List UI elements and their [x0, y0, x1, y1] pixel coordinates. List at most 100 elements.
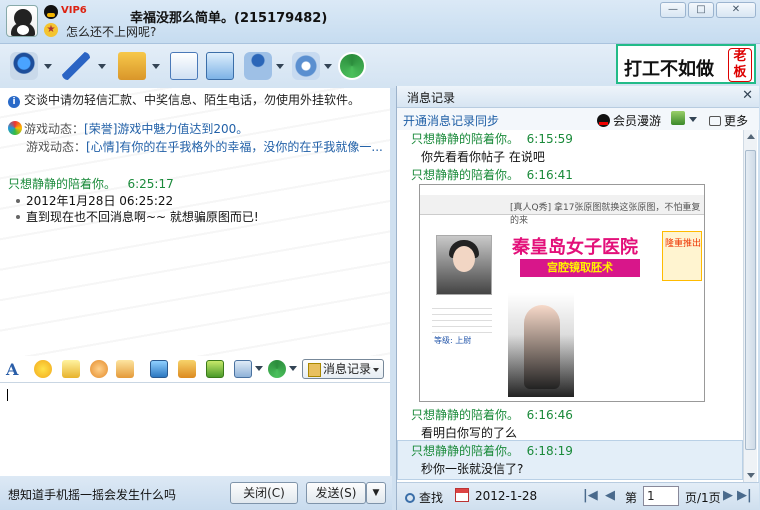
message-input[interactable] — [0, 382, 390, 476]
history-date[interactable]: 2012-1-28 — [475, 489, 537, 503]
message-text: 直到现在也不回消息啊~~ 就想骗原图而已! — [16, 208, 259, 225]
format-toolbar: A 消息记录 — [0, 356, 390, 382]
gift-icon[interactable] — [206, 360, 224, 378]
screenshot-ad-figure — [508, 293, 574, 397]
search-icon — [405, 493, 415, 503]
close-chat-button[interactable]: 关闭(C) — [230, 482, 298, 504]
bottom-bar: 想知道手机摇一摇会发生什么吗 关闭(C) 发送(S) ▼ — [0, 476, 392, 510]
next-page-button[interactable]: ▶ — [723, 488, 733, 503]
font-icon[interactable]: A — [6, 360, 24, 379]
history-close-button[interactable]: ✕ — [742, 88, 753, 103]
chevron-down-icon[interactable] — [689, 117, 697, 122]
scroll-down-arrow[interactable] — [747, 473, 755, 478]
page-number-input[interactable]: 1 — [643, 486, 679, 506]
history-scrollbar[interactable] — [743, 130, 757, 482]
window-title: 幸福没那么简单。(215179482) — [130, 11, 328, 26]
video-call-icon[interactable] — [10, 52, 38, 80]
history-message: 看明白你写的了么 — [421, 426, 518, 440]
screenshot-ad-banner: 秦皇岛女子医院 宫腔镜取胚术 隆重推出 — [506, 231, 702, 281]
history-sender: 只想静静的陪着你。 6:16:41 — [411, 168, 573, 182]
game-activity-line: 游戏动态：[荣誉]游戏中魅力值达到200。 — [8, 120, 248, 137]
minimize-button[interactable]: — — [660, 2, 686, 18]
title-bar: VIP6 幸福没那么简单。(215179482) ★ 怎么还不上网呢? — □ … — [0, 0, 760, 44]
game-activity-link[interactable]: [心情]有你的在乎我格外的幸福，没你的在乎我就像一... — [86, 140, 383, 154]
folder-transfer-icon[interactable] — [118, 52, 146, 80]
emoji-icon[interactable] — [34, 360, 52, 378]
game-icon — [8, 121, 22, 135]
qq-penguin-icon — [44, 5, 58, 19]
advert-banner[interactable]: 打工不如做 老板 — [616, 44, 756, 84]
history-title: 消息记录 — [407, 91, 456, 105]
soso-search-icon[interactable] — [338, 52, 366, 80]
history-sender: 只想静静的陪着你。 6:15:59 — [411, 132, 573, 146]
magic-emoji-icon[interactable] — [62, 360, 80, 378]
status-message: 怎么还不上网呢? — [66, 25, 157, 39]
chevron-down-icon[interactable] — [255, 366, 263, 371]
chat-message-pane[interactable]: i 交谈中请勿轻信汇款、中奖信息、陌生电话，勿使用外挂软件。 游戏动态：[荣誉]游… — [0, 88, 390, 356]
page-prefix-label: 第 — [625, 491, 638, 505]
send-button[interactable]: 发送(S) — [306, 482, 366, 504]
music-icon[interactable] — [178, 360, 196, 378]
send-options-button[interactable]: ▼ — [366, 482, 386, 504]
more-button[interactable]: 更多 — [709, 112, 748, 129]
chevron-down-icon[interactable] — [44, 64, 52, 69]
first-page-button[interactable]: |◀ — [583, 488, 598, 503]
microphone-icon[interactable] — [62, 52, 90, 80]
history-sender: 只想静静的陪着你。 6:16:46 — [411, 408, 573, 422]
advert-boss-label: 老板 — [728, 48, 752, 82]
prev-page-button[interactable]: ◀ — [605, 488, 615, 503]
export-icon[interactable] — [671, 111, 685, 125]
shared-screenshot-image[interactable]: [真人Q秀] 拿17张原图就换这张原图，不怕重复的来 等级: 上尉 秦皇岛女子医… — [419, 184, 705, 402]
chevron-down-icon[interactable] — [98, 64, 106, 69]
scroll-thumb[interactable] — [745, 150, 756, 450]
history-messages[interactable]: 只想静静的陪着你。 6:15:59 你先看看你帖子 在说吧 只想静静的陪着你。 … — [397, 130, 743, 482]
message-date: 2012年1月28日 06:25:22 — [16, 192, 173, 209]
vip-badge: VIP6 — [61, 5, 87, 16]
message-sender: 只想静静的陪着你。 6:25:17 — [8, 177, 174, 191]
speaker-icon — [709, 116, 721, 126]
close-window-button[interactable]: ✕ — [716, 2, 756, 18]
graffiti-icon[interactable] — [116, 360, 134, 378]
info-icon: i — [8, 96, 20, 108]
advert-text: 打工不如做 — [624, 59, 714, 80]
member-roaming-button[interactable]: 会员漫游 — [597, 112, 661, 129]
safety-notice: i 交谈中请勿轻信汇款、中奖信息、陌生电话，勿使用外挂软件。 — [8, 91, 360, 108]
chevron-down-icon[interactable] — [324, 64, 332, 69]
chevron-down-icon[interactable] — [289, 366, 297, 371]
find-button[interactable]: 查找 — [405, 489, 443, 506]
calendar-icon[interactable] — [455, 488, 469, 502]
message-history-button[interactable]: 消息记录 — [302, 359, 384, 379]
screenshot-header: [真人Q秀] 拿17张原图就换这张原图，不怕重复的来 — [420, 195, 704, 226]
shake-tip-link[interactable]: 想知道手机摇一摇会发生什么吗 — [8, 486, 176, 503]
chevron-down-icon[interactable] — [276, 64, 284, 69]
history-message: 秒你一张就没信了? — [421, 462, 524, 476]
last-page-button[interactable]: ▶| — [737, 488, 752, 503]
user-info-icon[interactable] — [244, 52, 272, 80]
page-total-label: 页/1页 — [685, 491, 721, 505]
history-header: 消息记录 ✕ — [397, 86, 759, 108]
history-toolbar: 开通消息记录同步 会员漫游 更多 — [397, 108, 759, 130]
avatar[interactable] — [6, 5, 38, 37]
screenshot-profile-photo — [436, 235, 492, 295]
sync-history-link[interactable]: 开通消息记录同步 — [403, 112, 499, 129]
history-footer: 查找 2012-1-28 |◀ ◀ 第 1 页/1页 ▶ ▶| — [397, 482, 759, 510]
image-icon[interactable] — [150, 360, 168, 378]
history-message: 你先看看你帖子 在说吧 — [421, 150, 545, 164]
restore-button[interactable]: □ — [688, 2, 714, 18]
text-caret — [7, 389, 8, 401]
share-app-icon[interactable] — [206, 52, 234, 80]
chevron-down-icon[interactable] — [152, 64, 160, 69]
message-history-panel: 消息记录 ✕ 开通消息记录同步 会员漫游 更多 只想静静的陪着你。 6:15:5… — [396, 86, 759, 510]
game-activity-link[interactable]: [荣誉]游戏中魅力值达到200。 — [84, 122, 248, 136]
settings-gear-icon[interactable] — [292, 52, 320, 80]
history-sender: 只想静静的陪着你。 6:18:19 — [411, 444, 573, 458]
scroll-up-arrow[interactable] — [747, 134, 755, 139]
email-icon[interactable] — [170, 52, 198, 80]
shake-icon[interactable] — [90, 360, 108, 378]
qq-penguin-icon — [597, 114, 610, 127]
level-star-icon: ★ — [44, 23, 58, 37]
screenshot-text-lines — [432, 303, 492, 333]
soso-icon[interactable] — [268, 360, 286, 378]
game-activity-line: 游戏动态：[心情]有你的在乎我格外的幸福，没你的在乎我就像一... — [26, 140, 383, 154]
screenshot-icon[interactable] — [234, 360, 252, 378]
